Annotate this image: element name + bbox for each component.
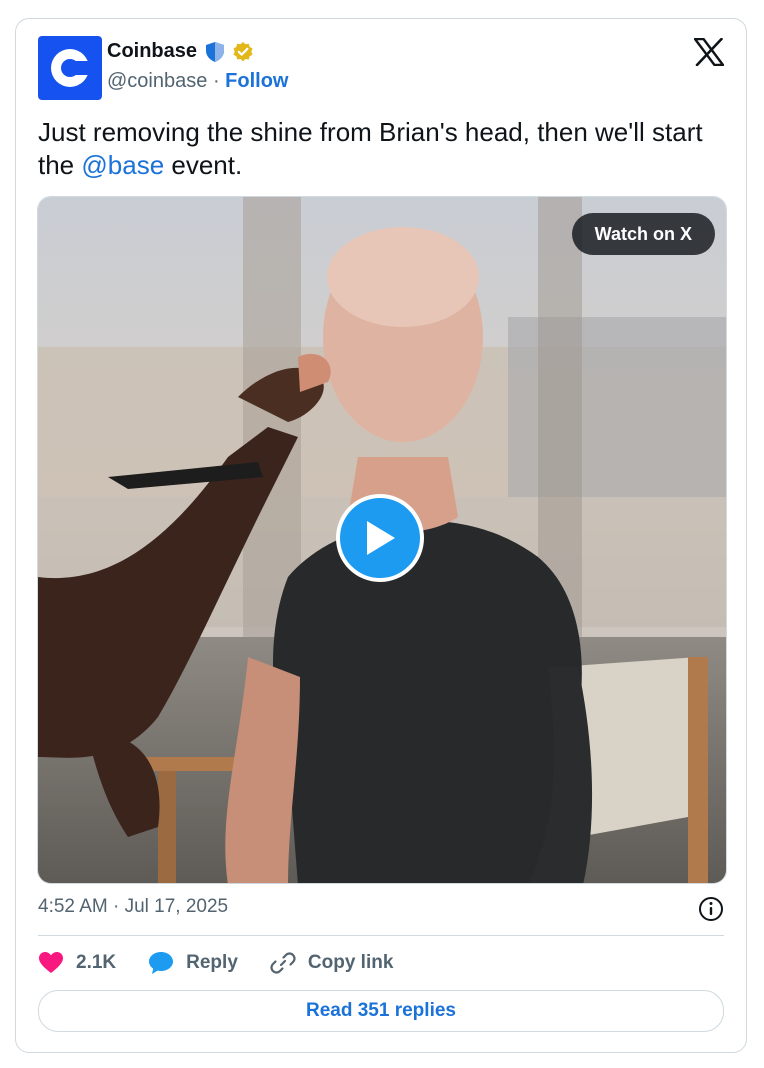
- play-button[interactable]: [336, 494, 424, 582]
- tweet-actions: 2.1K Reply Copy link: [38, 948, 425, 978]
- x-logo-icon[interactable]: [693, 37, 725, 71]
- read-replies-button[interactable]: Read 351 replies: [38, 990, 724, 1032]
- speech-bubble-icon: [149, 952, 174, 974]
- coinbase-avatar[interactable]: [38, 36, 102, 100]
- mention-link[interactable]: @base: [81, 150, 164, 180]
- video-player[interactable]: Watch on X: [37, 196, 727, 884]
- tweet-timestamp[interactable]: 4:52 AM · Jul 17, 2025: [38, 896, 228, 918]
- reply-label: Reply: [186, 952, 238, 973]
- handle-row: @coinbase · Follow: [107, 70, 289, 93]
- like-count: 2.1K: [76, 952, 117, 973]
- tweet-text-part: event.: [164, 150, 243, 180]
- tweet-text: Just removing the shine from Brian's hea…: [38, 116, 728, 182]
- heart-icon: [39, 952, 63, 973]
- separator: ·: [212, 70, 220, 92]
- handle[interactable]: @coinbase: [107, 70, 207, 92]
- verified-badge-icon: [233, 42, 253, 62]
- copy-link-label: Copy link: [307, 952, 394, 973]
- like-button[interactable]: 2.1K: [38, 951, 116, 975]
- display-name[interactable]: Coinbase: [107, 40, 197, 63]
- coinbase-logo-icon: [51, 49, 90, 87]
- watch-on-x-button[interactable]: Watch on X: [571, 213, 715, 255]
- reply-button[interactable]: Reply: [148, 951, 238, 975]
- account-badges: [204, 41, 254, 63]
- info-icon[interactable]: [698, 896, 724, 927]
- play-icon: [367, 521, 395, 555]
- tweet-card: Coinbase @coinbase · Follow Just removin…: [15, 18, 747, 1053]
- divider: [38, 935, 724, 936]
- shield-badge-icon: [206, 42, 224, 62]
- link-icon: [270, 952, 296, 974]
- copy-link-button[interactable]: Copy link: [270, 950, 394, 976]
- follow-link[interactable]: Follow: [225, 70, 288, 92]
